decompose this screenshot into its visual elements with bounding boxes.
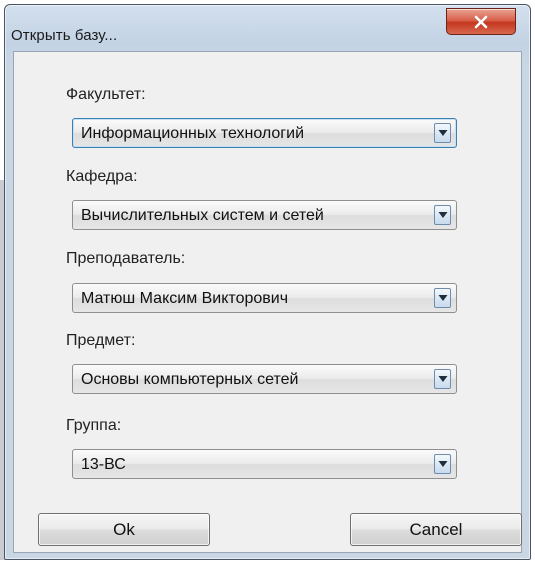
group-select[interactable]: 13-ВС <box>72 449 457 479</box>
group-label: Группа: <box>66 417 122 434</box>
cancel-button[interactable]: Cancel <box>350 513 522 546</box>
department-select-value: Вычислительных систем и сетей <box>81 207 324 224</box>
subject-select[interactable]: Основы компьютерных сетей <box>72 364 457 394</box>
teacher-select-value: Матюш Максим Викторович <box>81 290 289 307</box>
faculty-select[interactable]: Информационных технологий <box>72 118 457 148</box>
department-label: Кафедра: <box>66 168 138 185</box>
teacher-select[interactable]: Матюш Максим Викторович <box>72 283 457 313</box>
subject-label: Предмет: <box>66 332 136 349</box>
dialog-content: Факультет: Информационных технологий Каф… <box>13 51 522 553</box>
window-title: Открыть базу... <box>11 27 118 44</box>
faculty-label: Факультет: <box>66 86 146 103</box>
dropdown-arrow-icon[interactable] <box>434 369 451 389</box>
group-select-value: 13-ВС <box>81 456 126 473</box>
ok-button[interactable]: Ok <box>38 513 210 546</box>
dropdown-arrow-icon[interactable] <box>434 454 451 474</box>
dropdown-arrow-icon[interactable] <box>434 205 451 225</box>
open-database-dialog: Открыть базу... Факультет: Информационны… <box>4 4 531 560</box>
title-bar[interactable]: Открыть базу... <box>5 5 530 51</box>
faculty-select-value: Информационных технологий <box>81 125 305 142</box>
close-x-icon <box>474 15 488 28</box>
dropdown-arrow-icon[interactable] <box>434 123 451 143</box>
dropdown-arrow-icon[interactable] <box>434 288 451 308</box>
subject-select-value: Основы компьютерных сетей <box>81 371 299 388</box>
close-button[interactable] <box>446 8 516 35</box>
teacher-label: Преподаватель: <box>66 250 186 267</box>
department-select[interactable]: Вычислительных систем и сетей <box>72 200 457 230</box>
